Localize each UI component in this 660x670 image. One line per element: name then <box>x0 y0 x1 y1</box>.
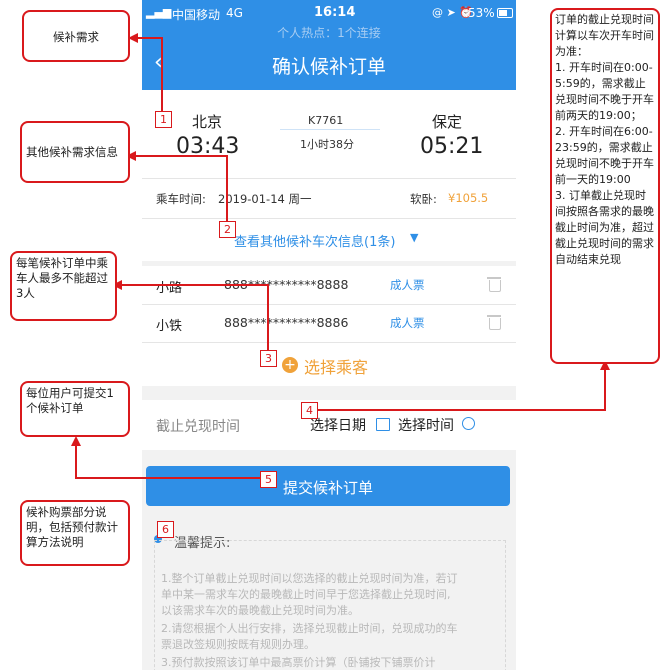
annotation-4: 每位用户可提交1个候补订单 <box>20 381 130 437</box>
annotation-deadline-rules: 订单的截止兑现时间计算以车次开车时间为准： 1. 开车时间在0:00-5:59的… <box>550 8 660 364</box>
marker-1: 1 <box>155 111 172 128</box>
annotation-5: 候补购票部分说明，包括预付款计算方法说明 <box>20 500 130 566</box>
annotation-2: 其他候补需求信息 <box>20 121 130 183</box>
marker-2: 2 <box>219 221 236 238</box>
annotation-3: 每笔候补订单中乘车人最多不能超过3人 <box>10 251 117 321</box>
marker-5: 5 <box>260 471 277 488</box>
marker-3: 3 <box>260 350 277 367</box>
marker-4: 4 <box>301 402 318 419</box>
marker-6: 6 <box>157 521 174 538</box>
annotation-1: 候补需求 <box>22 10 130 62</box>
